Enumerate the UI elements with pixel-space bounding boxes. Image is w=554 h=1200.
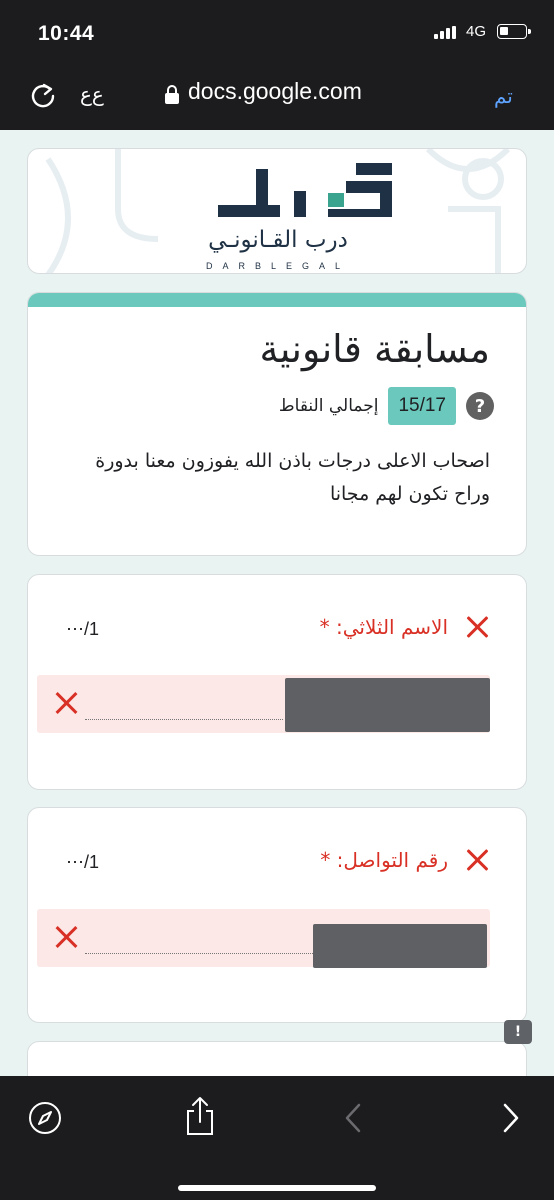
- form-title: مسابقة قانونية: [259, 327, 490, 371]
- incorrect-answer-icon: [55, 925, 79, 949]
- text-size-button[interactable]: ﻉﻉ: [80, 82, 104, 106]
- status-time: 10:44: [38, 22, 95, 45]
- lock-icon: [165, 85, 179, 104]
- signal-icon: [434, 26, 456, 39]
- incorrect-icon: [466, 615, 490, 639]
- score-badge: 15/17: [388, 387, 456, 425]
- logo-english-text: DARBLEGAL: [205, 261, 351, 271]
- answer-underline: [85, 953, 313, 954]
- question-points: ⋯/1: [66, 852, 100, 872]
- logo-arabic-text: درب القـانونـي: [208, 227, 348, 253]
- redacted-answer: [285, 678, 490, 732]
- incorrect-answer-icon: [55, 691, 79, 715]
- url-domain[interactable]: docs.google.com: [188, 78, 362, 105]
- question-label: رقم التواصل: *: [320, 848, 448, 872]
- form-header-image: درب القـانونـي DARBLEGAL: [27, 148, 527, 274]
- reload-icon[interactable]: [28, 80, 58, 110]
- answer-box: [37, 675, 490, 733]
- back-icon[interactable]: [336, 1100, 372, 1136]
- home-indicator: [178, 1185, 376, 1191]
- score-label: إجمالي النقاط: [278, 396, 379, 416]
- question-header: رقم التواصل: *: [320, 848, 490, 872]
- redacted-answer: [313, 924, 487, 968]
- total-score: إجمالي النقاط 15/17 ?: [279, 387, 494, 425]
- done-button[interactable]: تم: [494, 84, 513, 108]
- report-feedback-icon[interactable]: !: [504, 1020, 532, 1044]
- accent-band: [28, 293, 526, 307]
- question-header: الاسم الثلاثي: *: [320, 615, 490, 639]
- network-type: 4G: [466, 23, 487, 40]
- browser-url-bar: ﻉﻉ docs.google.com تم: [0, 62, 554, 130]
- form-title-card: مسابقة قانونية إجمالي النقاط 15/17 ? اصح…: [27, 292, 527, 556]
- answer-box: [37, 909, 490, 968]
- question-points: ⋯/1: [66, 619, 100, 639]
- status-bar: 10:44 4G: [0, 0, 554, 62]
- compass-icon[interactable]: [27, 1100, 63, 1136]
- incorrect-icon: [466, 848, 490, 872]
- forward-icon[interactable]: [492, 1100, 528, 1136]
- darb-logo-mark: [218, 163, 392, 217]
- browser-toolbar: [0, 1076, 554, 1200]
- form-description: اصحاب الاعلى درجات باذن الله يفوزون معنا…: [95, 450, 490, 505]
- battery-icon: [497, 24, 531, 39]
- share-icon[interactable]: [182, 1096, 218, 1136]
- question-label: الاسم الثلاثي: *: [319, 615, 448, 639]
- answer-underline: [85, 719, 283, 720]
- help-icon[interactable]: ?: [466, 392, 494, 420]
